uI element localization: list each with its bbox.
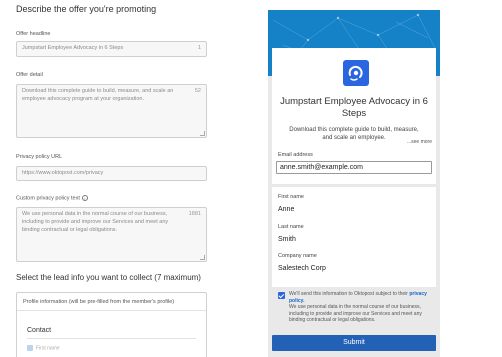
lead-box-header: Profile information (will be pre-filled … (17, 293, 206, 311)
offer-title: Jumpstart Employee Advocacy in 6 Steps (280, 96, 428, 119)
first-name-label: First name (278, 194, 304, 200)
info-icon[interactable]: i (81, 195, 88, 201)
resize-handle-icon[interactable] (200, 131, 205, 136)
privacy-text-label-text: Custom privacy policy text (16, 195, 80, 202)
see-more-link[interactable]: see more (407, 139, 432, 145)
email-input[interactable]: anne.smith@example.com (276, 161, 432, 174)
checkbox-icon[interactable] (27, 345, 33, 351)
privacy-text-counter: 1881 (188, 211, 201, 217)
privacy-text-value: We use personal data in the normal cours… (22, 211, 169, 233)
offer-card: Jumpstart Employee Advocacy in 6 Steps D… (272, 48, 436, 151)
headline-input[interactable]: Jumpstart Employee Advocacy in 6 Steps 1 (16, 41, 207, 57)
consent-prefix: We'll send this information to Oktopost … (289, 291, 408, 297)
privacy-url-label: Privacy policy URL (16, 154, 63, 160)
lead-field-label: First name (36, 345, 60, 352)
oktopost-logo-icon (343, 60, 369, 86)
company-label: Company name (278, 253, 317, 259)
first-name-value[interactable]: Anne (278, 206, 294, 213)
lead-info-box: Profile information (will be pre-filled … (16, 292, 207, 357)
resize-handle-icon[interactable] (200, 255, 205, 260)
lead-form-preview: Jumpstart Employee Advocacy in 6 Steps D… (268, 10, 440, 357)
contact-title: Contact (27, 327, 52, 334)
company-value[interactable]: Salestech Corp (278, 265, 326, 272)
profile-fields-block: First name Anne Last name Smith Company … (272, 187, 436, 287)
consent-text: We'll send this information to Oktopost … (289, 291, 433, 324)
privacy-text-label: Custom privacy policy text i (16, 195, 88, 201)
lead-field-first-name[interactable]: First name (27, 345, 60, 351)
lead-section-title: Select the lead info you want to collect… (16, 273, 201, 282)
last-name-value[interactable]: Smith (278, 236, 296, 243)
privacy-text-textarea[interactable]: We use personal data in the normal cours… (16, 207, 207, 262)
headline-label: Offer headline (16, 31, 51, 37)
email-label: Email address (278, 152, 313, 158)
consent-checkbox[interactable] (278, 292, 285, 299)
offer-description: Download this complete guide to build, m… (289, 127, 419, 142)
detail-counter: 52 (194, 88, 201, 94)
section-title: Describe the offer you're promoting (16, 4, 157, 14)
detail-textarea[interactable]: Download this complete guide to build, m… (16, 84, 207, 138)
consent-body: We use personal data in the normal cours… (289, 304, 422, 323)
submit-button[interactable]: Submit (272, 335, 436, 351)
offer-form: Describe the offer you're promoting Offe… (0, 0, 215, 357)
detail-value: Download this complete guide to build, m… (22, 88, 174, 102)
privacy-url-value: https://www.oktopost.com/privacy (22, 170, 104, 176)
last-name-label: Last name (278, 224, 304, 230)
headline-counter: 1 (197, 45, 201, 51)
divider (27, 338, 196, 339)
detail-label: Offer detail (16, 72, 43, 78)
email-field-block: Email address anne.smith@example.com (272, 146, 436, 184)
headline-value: Jumpstart Employee Advocacy in 6 Steps (22, 45, 124, 51)
consent-block: We'll send this information to Oktopost … (272, 290, 436, 334)
privacy-url-input[interactable]: https://www.oktopost.com/privacy (16, 166, 207, 181)
